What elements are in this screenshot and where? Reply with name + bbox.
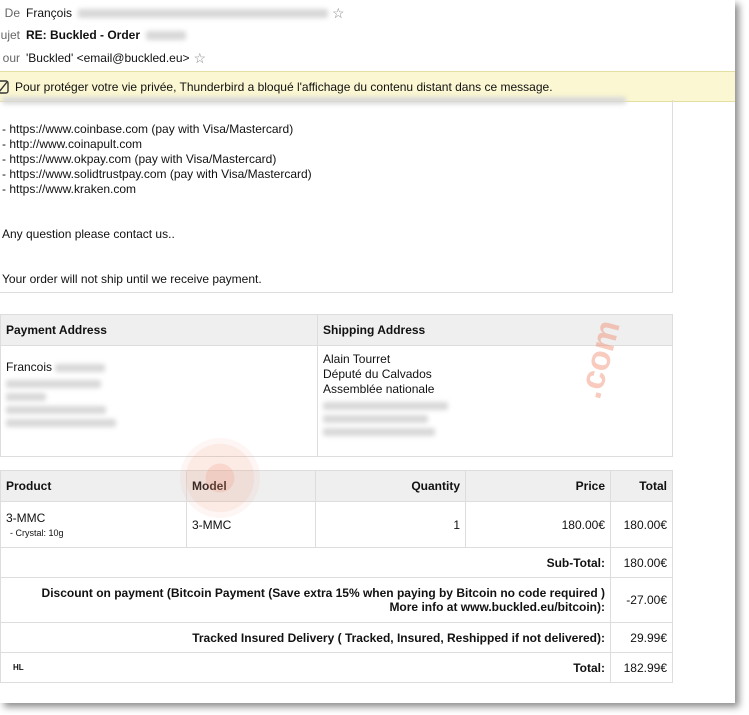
shipping-line: Député du Calvados [323,367,432,381]
address-table: Payment Address Shipping Address Francoi… [0,314,673,457]
subject-row: ujet RE: Buckled - Order [0,24,187,46]
product-option: - Crystal: 10g [10,528,64,538]
subtotal-value: 180.00€ [610,547,673,578]
redacted-text [55,363,106,372]
link-line[interactable]: - https://www.kraken.com [2,182,136,196]
product-name: 3-MMC [6,511,46,525]
price-cell: 180.00€ [465,501,611,548]
link-line[interactable]: - http://www.coinapult.com [2,137,142,151]
from-row: De François ☆ [0,2,345,24]
redacted-text [323,415,428,423]
subtotal-label: Sub-Total: [0,547,611,578]
shipping-line: Alain Tourret [323,352,391,366]
quantity-cell: 1 [315,501,466,548]
to-address[interactable]: 'Buckled' <email@buckled.eu> [26,51,190,65]
redacted-order-number [146,30,187,40]
shipping-line: Assemblée nationale [323,382,435,396]
blocked-content-icon [0,79,9,94]
ship-notice: Your order will not ship until we receiv… [2,272,262,286]
shipping-address-cell: Alain Tourret Député du Calvados Assembl… [317,345,673,457]
contact-line: Any question please contact us.. [2,227,175,241]
redacted-text [323,428,435,436]
shipping-address-header: Shipping Address [317,314,673,346]
discount-value: -27.00€ [610,577,673,623]
col-quantity: Quantity [315,470,466,502]
star-icon[interactable]: ☆ [332,5,345,22]
payment-address-header: Payment Address [0,314,318,346]
remote-content-text: Pour protéger votre vie privée, Thunderb… [15,79,553,94]
subject-text: RE: Buckled - Order [26,28,141,42]
subject-label: ujet [0,28,20,42]
col-product: Product [0,470,187,502]
to-label: our [2,51,20,65]
link-line[interactable]: - https://www.solidtrustpay.com (pay wit… [2,167,312,181]
link-line[interactable]: - https://www.okpay.com (pay with Visa/M… [2,152,276,166]
col-model: Model [186,470,316,502]
shipping-value: 29.99€ [610,622,673,653]
from-label: De [4,6,20,20]
message-body: - https://www.coinbase.com (pay with Vis… [0,97,673,293]
to-row: our 'Buckled' <email@buckled.eu> ☆ [0,47,206,69]
payment-name: Francois [6,360,53,374]
col-price: Price [465,470,611,502]
total-cell: 180.00€ [610,501,673,548]
payment-address-cell: Francois [0,345,318,457]
redacted-text [6,419,116,427]
from-name[interactable]: François [26,6,72,20]
link-line[interactable]: - https://www.coinbase.com (pay with Vis… [2,122,293,136]
order-table: Product Model Quantity Price Total 3-MMC… [0,470,673,683]
total-label: Total: [573,660,605,675]
grand-total-value: 182.99€ [610,652,673,683]
model-cell: 3-MMC [186,501,316,548]
redacted-text [6,406,106,414]
redacted-line [2,97,626,104]
star-icon[interactable]: ☆ [194,50,207,67]
redacted-text [6,380,101,388]
shipping-label: Tracked Insured Delivery ( Tracked, Insu… [0,622,611,653]
redacted-text [323,402,448,410]
footer-mark: HL [13,663,24,672]
redacted-from-address [78,8,329,18]
table-row: 3-MMC - Crystal: 10g 3-MMC 1 180.00€ 180… [0,501,673,548]
discount-label: Discount on payment (Bitcoin Payment (Sa… [0,577,611,623]
col-total: Total [610,470,673,502]
redacted-text [6,393,46,401]
email-window: De François ☆ ujet RE: Buckled - Order o… [0,0,735,703]
